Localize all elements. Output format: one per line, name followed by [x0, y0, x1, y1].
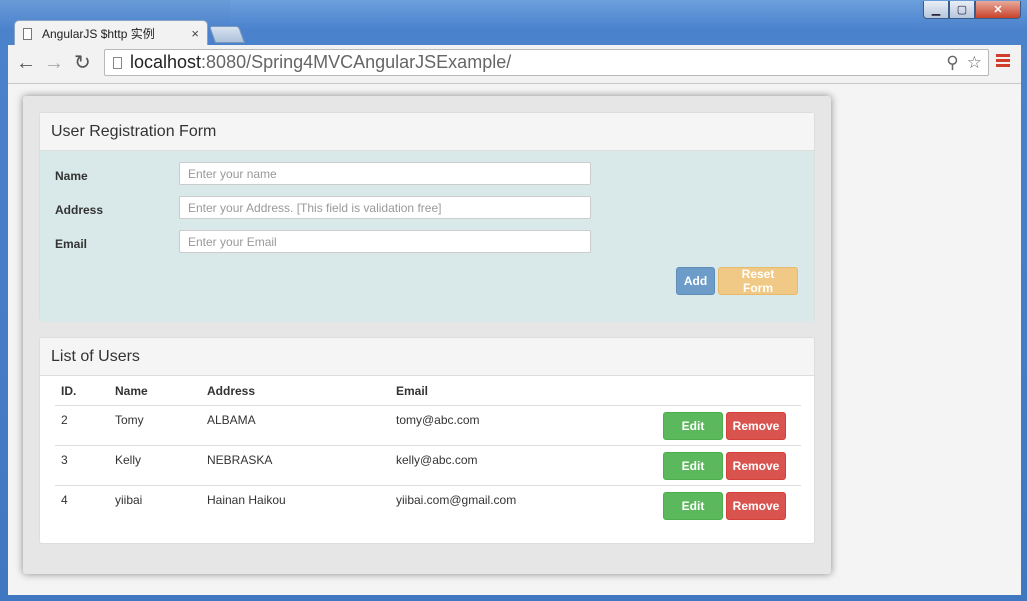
- new-tab-button[interactable]: [208, 26, 246, 43]
- name-label: Name: [55, 169, 88, 183]
- page-icon: [113, 56, 122, 69]
- star-icon[interactable]: ☆: [967, 53, 982, 73]
- table-row: 4 yiibai Hainan Haikou yiibai.com@gmail.…: [55, 486, 801, 526]
- cell-actions: Edit Remove: [663, 486, 801, 526]
- remove-button[interactable]: Remove: [726, 492, 786, 520]
- table-header-row: ID. Name Address Email: [55, 376, 801, 406]
- tab-title: AngularJS $http 实例: [42, 27, 155, 41]
- address-row: Address: [55, 196, 595, 227]
- cell-email: yiibai.com@gmail.com: [396, 493, 517, 507]
- edit-button[interactable]: Edit: [663, 492, 723, 520]
- zoom-icon[interactable]: ⚲: [946, 53, 958, 73]
- browser-toolbar: ← → ↻ localhost:8080/Spring4MVCAngularJS…: [8, 45, 1021, 84]
- cell-email: kelly@abc.com: [390, 445, 663, 486]
- cell-address: ALBAMA: [201, 405, 390, 446]
- cell-name: yiibai: [115, 493, 143, 507]
- column-header-address: Address: [201, 376, 390, 406]
- column-header-name: Name: [109, 376, 201, 406]
- table-row: 3 Kelly NEBRASKA kelly@abc.com Edit Remo…: [55, 445, 801, 486]
- name-input[interactable]: [179, 162, 591, 185]
- registration-panel: User Registration Form Name Address Emai…: [39, 112, 815, 322]
- reload-icon[interactable]: ↻: [74, 53, 91, 73]
- forward-icon[interactable]: →: [44, 53, 64, 73]
- close-icon[interactable]: ✕: [975, 1, 1021, 19]
- tab-close-icon[interactable]: ×: [191, 26, 199, 41]
- omnibox-actions: ⚲ ☆: [946, 53, 982, 73]
- cell-address: NEBRASKA: [201, 445, 390, 486]
- registration-title: User Registration Form: [40, 113, 814, 151]
- address-input[interactable]: [179, 196, 591, 219]
- users-title: List of Users: [40, 338, 814, 376]
- address-bar[interactable]: localhost:8080/Spring4MVCAngularJSExampl…: [104, 49, 989, 76]
- page-viewport: User Registration Form Name Address Emai…: [8, 84, 1021, 595]
- name-row: Name: [55, 162, 595, 193]
- users-table: ID. Name Address Email 2 Tomy ALBAMA tom…: [55, 376, 801, 526]
- add-button[interactable]: Add: [676, 267, 715, 295]
- column-header-email: Email: [390, 376, 663, 406]
- cell-name: Kelly: [109, 445, 201, 486]
- back-icon[interactable]: ←: [16, 53, 36, 73]
- url-text[interactable]: localhost:8080/Spring4MVCAngularJSExampl…: [130, 52, 511, 73]
- window-controls: ▁ ▢ ✕: [923, 1, 1021, 19]
- users-panel: List of Users ID. Name Address Email 2 T…: [39, 337, 815, 544]
- cell-id: 2: [55, 405, 109, 446]
- browser-tab[interactable]: AngularJS $http 实例 ×: [14, 20, 208, 46]
- maximize-icon[interactable]: ▢: [949, 1, 975, 19]
- app-container: User Registration Form Name Address Emai…: [23, 96, 831, 574]
- url-path: :8080/Spring4MVCAngularJSExample/: [201, 52, 512, 72]
- minimize-icon[interactable]: ▁: [923, 1, 949, 19]
- cell-email: tomy@abc.com: [390, 405, 663, 446]
- title-bar-strip: [230, 0, 920, 26]
- cell-name: Tomy: [109, 405, 201, 446]
- edit-button[interactable]: Edit: [663, 452, 723, 480]
- cell-actions: Edit Remove: [663, 445, 801, 486]
- cell-address: Hainan Haikou: [207, 493, 286, 507]
- url-host: localhost: [130, 52, 202, 72]
- email-input[interactable]: [179, 230, 591, 253]
- address-label: Address: [55, 203, 104, 217]
- cell-id: 4: [61, 493, 68, 507]
- remove-button[interactable]: Remove: [726, 412, 786, 440]
- menu-icon[interactable]: [996, 54, 1010, 69]
- browser-window: ▁ ▢ ✕ AngularJS $http 实例 × ← → ↻ localho…: [0, 0, 1027, 601]
- cell-actions: Edit Remove: [663, 405, 801, 446]
- column-header-actions: [663, 376, 801, 406]
- table-row: 2 Tomy ALBAMA tomy@abc.com Edit Remove: [55, 405, 801, 446]
- registration-form: Name Address Email Add Reset Form: [40, 151, 814, 322]
- reset-form-button[interactable]: Reset Form: [718, 267, 798, 295]
- edit-button[interactable]: Edit: [663, 412, 723, 440]
- email-label: Email: [55, 237, 88, 251]
- column-header-id: ID.: [55, 376, 109, 406]
- page-icon: [23, 27, 32, 40]
- cell-id: 3: [55, 445, 109, 486]
- email-row: Email: [55, 230, 595, 261]
- remove-button[interactable]: Remove: [726, 452, 786, 480]
